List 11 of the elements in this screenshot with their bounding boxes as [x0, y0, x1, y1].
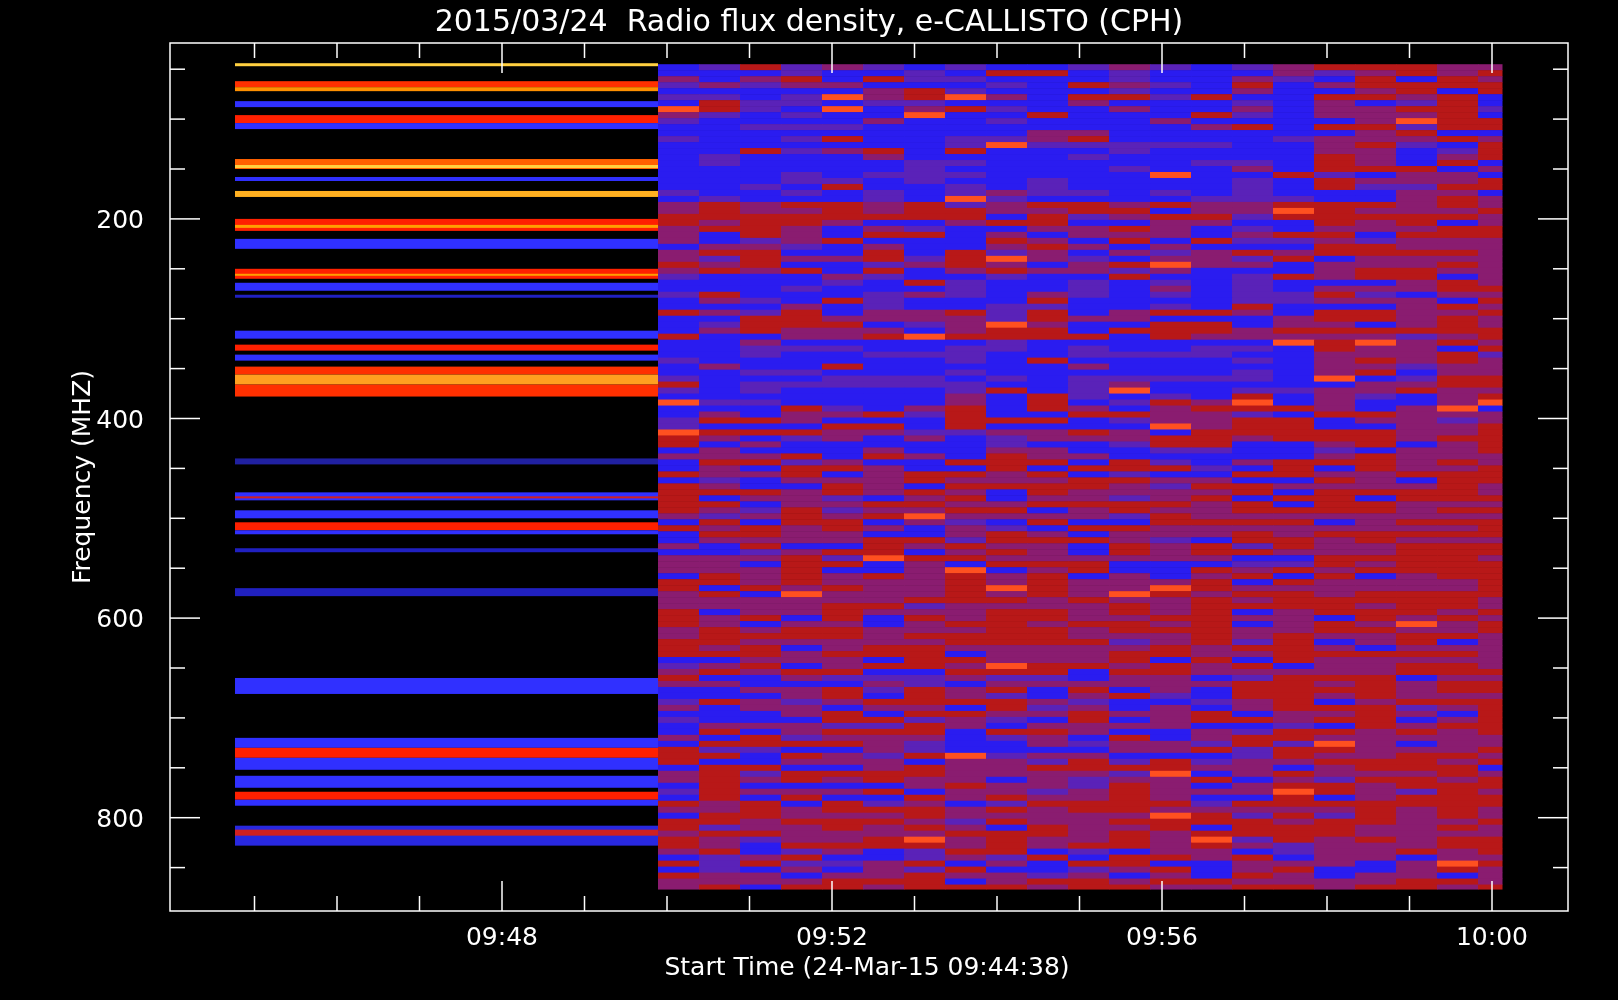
- y-axis-label: Frequency (MHZ): [67, 369, 96, 585]
- y-tick-label: 200: [96, 204, 144, 234]
- x-tick-label: 09:48: [466, 922, 538, 951]
- x-tick-label: 09:52: [796, 922, 868, 951]
- x-tick-label: 09:56: [1126, 922, 1198, 951]
- y-tick-label: 600: [96, 604, 144, 634]
- y-tick-label: 400: [96, 404, 144, 434]
- y-tick-label: 800: [96, 803, 144, 833]
- x-axis-label: Start Time (24-Mar-15 09:44:38): [664, 952, 1070, 981]
- x-tick-label: 10:00: [1456, 922, 1528, 951]
- plot-title: 2015/03/24 Radio flux density, e-CALLISTO (CPH): [434, 3, 1184, 38]
